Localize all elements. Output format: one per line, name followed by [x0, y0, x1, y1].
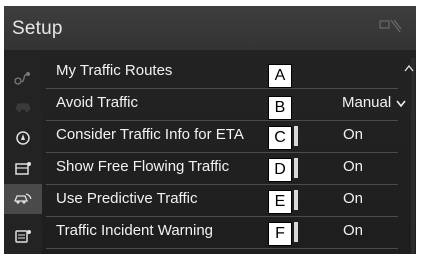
toggle-indicator [294, 190, 298, 210]
sidebar [4, 56, 42, 254]
page-title: Setup [12, 18, 63, 39]
phone-signal-icon [379, 19, 402, 33]
row-traffic-incident-warning[interactable]: Traffic Incident Warning On [46, 216, 398, 249]
row-show-free-flowing-traffic[interactable]: Show Free Flowing Traffic On [46, 152, 398, 185]
row-my-traffic-routes[interactable]: My Traffic Routes [46, 56, 398, 89]
row-label: My Traffic Routes [56, 62, 173, 79]
callout-c: C [268, 126, 292, 150]
row-label: Show Free Flowing Traffic [56, 158, 230, 175]
row-label: Avoid Traffic [56, 94, 138, 111]
callout-f: F [268, 222, 292, 246]
chevron-down-icon[interactable] [396, 100, 406, 108]
other-settings-icon[interactable] [13, 228, 33, 244]
callout-a: A [268, 64, 292, 88]
avoid-traffic-value[interactable]: Manual [342, 94, 391, 111]
navigation-route-icon[interactable] [13, 70, 33, 86]
media-settings-icon[interactable] [13, 160, 33, 176]
toggle-value[interactable]: On [343, 222, 363, 239]
row-label: Use Predictive Traffic [56, 190, 198, 207]
toggle-value[interactable]: On [343, 190, 363, 207]
callout-e: E [268, 190, 292, 214]
vehicle-traffic-icon [14, 193, 32, 204]
row-label: Traffic Incident Warning [56, 222, 214, 239]
callout-b: B [268, 96, 292, 120]
toggle-value[interactable]: On [343, 158, 363, 175]
car-icon[interactable] [13, 98, 33, 114]
toggle-value[interactable]: On [343, 126, 363, 143]
setup-screen: Setup My Traffic Routes Avoid Traffic Ma… [4, 6, 416, 254]
toggle-indicator [294, 222, 298, 242]
row-use-predictive-traffic[interactable]: Use Predictive Traffic On [46, 184, 398, 217]
scroll-up-icon[interactable] [404, 64, 414, 72]
row-label: Consider Traffic Info for ETA [56, 126, 244, 143]
toggle-indicator [294, 126, 298, 146]
toggle-indicator [294, 158, 298, 178]
vehicle-traffic-tab[interactable] [4, 184, 42, 214]
scrollbar[interactable] [411, 58, 415, 254]
map-info-icon[interactable] [13, 130, 33, 146]
row-avoid-traffic[interactable]: Avoid Traffic Manual [46, 88, 406, 121]
callout-d: D [268, 158, 292, 182]
row-consider-traffic-eta[interactable]: Consider Traffic Info for ETA On [46, 120, 398, 153]
